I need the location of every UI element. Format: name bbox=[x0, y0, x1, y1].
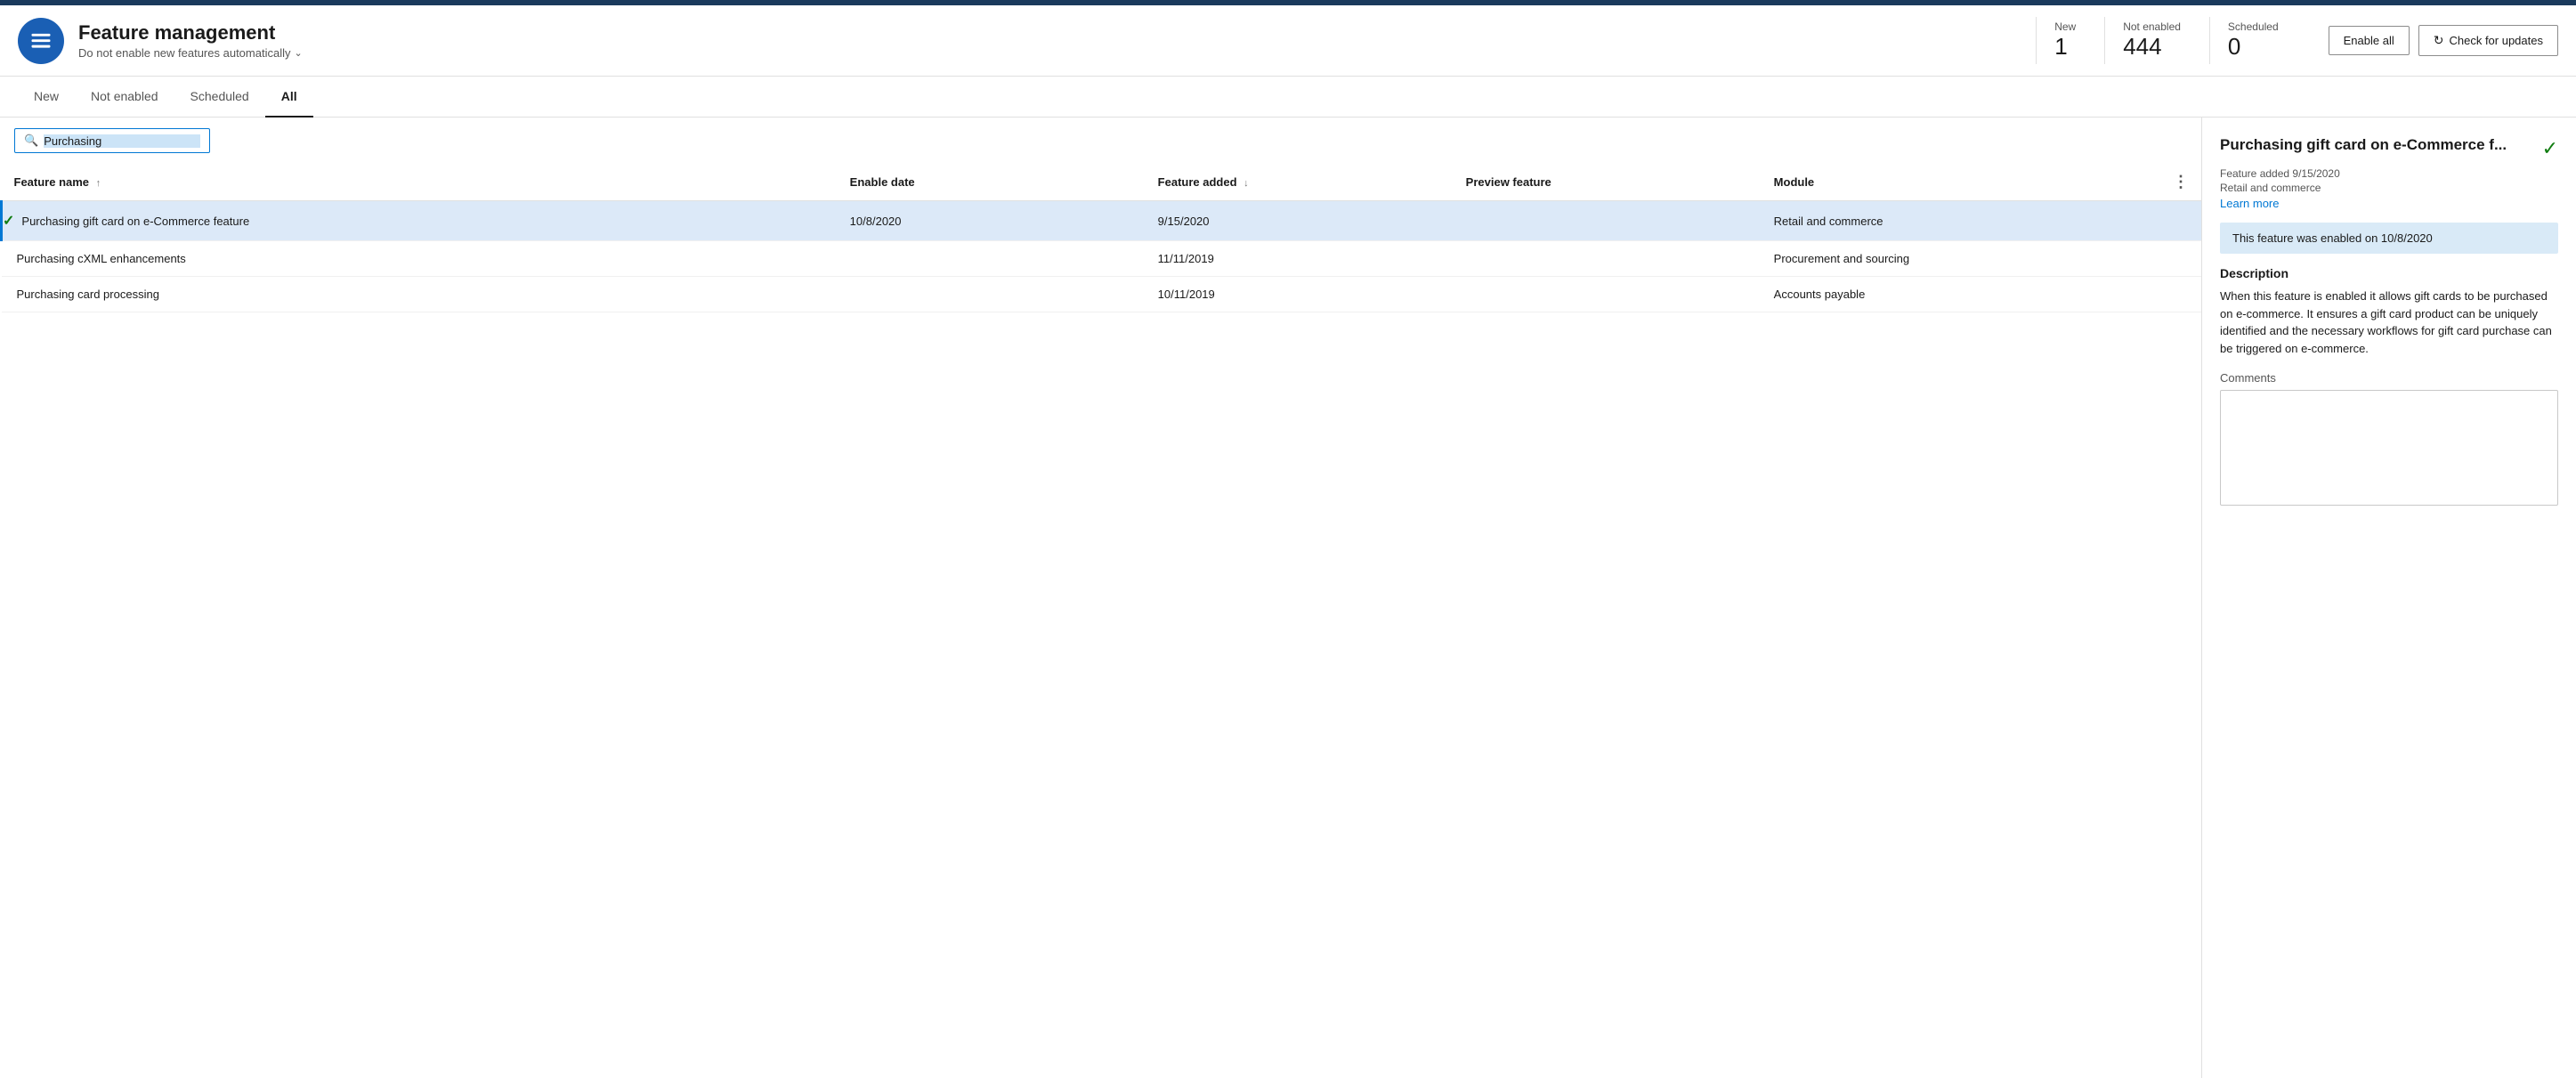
enable-all-label: Enable all bbox=[2344, 34, 2394, 47]
search-input[interactable] bbox=[44, 134, 200, 148]
col-header-menu: ⋮ bbox=[2158, 164, 2201, 201]
header-title-block: Feature management Do not enable new fea… bbox=[78, 21, 2036, 60]
cell-preview bbox=[1454, 241, 1762, 277]
learn-more-link[interactable]: Learn more bbox=[2220, 197, 2279, 210]
comments-label: Comments bbox=[2220, 371, 2558, 385]
search-bar: 🔍 bbox=[0, 118, 2201, 164]
cell-preview bbox=[1454, 277, 1762, 312]
cell-enable-date bbox=[838, 241, 1146, 277]
cell-feature-added: 10/11/2019 bbox=[1146, 277, 1454, 312]
feature-table: Feature name ↑ Enable date Feature added… bbox=[0, 164, 2201, 1078]
stat-not-enabled: Not enabled 444 bbox=[2104, 17, 2209, 64]
cell-row-menu bbox=[2158, 201, 2201, 241]
description-title: Description bbox=[2220, 266, 2558, 280]
detail-feature-added: Feature added 9/15/2020 bbox=[2220, 167, 2558, 180]
stat-new-value: 1 bbox=[2054, 33, 2067, 61]
col-header-enable-date[interactable]: Enable date bbox=[838, 164, 1146, 201]
stat-new-label: New bbox=[2054, 20, 2076, 33]
cell-row-menu bbox=[2158, 277, 2201, 312]
stat-not-enabled-value: 444 bbox=[2123, 33, 2161, 61]
col-feature-label: Feature name bbox=[14, 175, 90, 189]
table-header-row: Feature name ↑ Enable date Feature added… bbox=[2, 164, 2202, 201]
stat-new: New 1 bbox=[2036, 17, 2104, 64]
table-row[interactable]: ✓ Purchasing gift card on e-Commerce fea… bbox=[2, 201, 2202, 241]
col-header-preview[interactable]: Preview feature bbox=[1454, 164, 1762, 201]
header-subtitle[interactable]: Do not enable new features automatically… bbox=[78, 46, 2036, 60]
nav-tabs: New Not enabled Scheduled All bbox=[0, 77, 2576, 118]
logo-icon bbox=[28, 28, 53, 53]
enabled-banner: This feature was enabled on 10/8/2020 bbox=[2220, 223, 2558, 254]
search-input-wrap[interactable]: 🔍 bbox=[14, 128, 210, 153]
cell-feature-added: 9/15/2020 bbox=[1146, 201, 1454, 241]
tab-scheduled[interactable]: Scheduled bbox=[174, 77, 265, 118]
cell-module: Accounts payable bbox=[1762, 277, 2158, 312]
check-updates-label: Check for updates bbox=[2449, 34, 2543, 47]
stat-scheduled-value: 0 bbox=[2228, 33, 2240, 61]
stat-scheduled-label: Scheduled bbox=[2228, 20, 2279, 33]
col-header-module[interactable]: Module bbox=[1762, 164, 2158, 201]
sort-asc-icon: ↑ bbox=[96, 178, 101, 189]
detail-enabled-icon: ✓ bbox=[2542, 137, 2558, 160]
main-content: 🔍 Feature name ↑ Enable date bbox=[0, 118, 2576, 1078]
page-title: Feature management bbox=[78, 21, 2036, 45]
cell-feature-added: 11/11/2019 bbox=[1146, 241, 1454, 277]
app-logo bbox=[18, 18, 64, 64]
sort-desc-icon: ↓ bbox=[1243, 178, 1249, 189]
header-stats: New 1 Not enabled 444 Scheduled 0 bbox=[2036, 17, 2306, 64]
cell-module: Procurement and sourcing bbox=[1762, 241, 2158, 277]
header: Feature management Do not enable new fea… bbox=[0, 5, 2576, 77]
search-icon: 🔍 bbox=[24, 134, 38, 148]
detail-panel: Purchasing gift card on e-Commerce f... … bbox=[2202, 118, 2576, 1078]
table-row[interactable]: Purchasing cXML enhancements 11/11/2019 … bbox=[2, 241, 2202, 277]
cell-feature-name: ✓ Purchasing gift card on e-Commerce fea… bbox=[2, 201, 838, 241]
refresh-icon: ↻ bbox=[2434, 33, 2444, 48]
subtitle-text: Do not enable new features automatically bbox=[78, 46, 290, 60]
enabled-check-icon: ✓ bbox=[3, 212, 14, 230]
comments-textarea[interactable] bbox=[2220, 390, 2558, 506]
stat-scheduled: Scheduled 0 bbox=[2209, 17, 2307, 64]
detail-header: Purchasing gift card on e-Commerce f... … bbox=[2220, 135, 2558, 160]
table-row[interactable]: Purchasing card processing 10/11/2019 Ac… bbox=[2, 277, 2202, 312]
cell-enable-date: 10/8/2020 bbox=[838, 201, 1146, 241]
header-actions: Enable all ↻ Check for updates bbox=[2329, 25, 2558, 56]
check-updates-button[interactable]: ↻ Check for updates bbox=[2418, 25, 2558, 56]
column-menu-icon[interactable]: ⋮ bbox=[2173, 173, 2189, 190]
cell-feature-name: Purchasing cXML enhancements bbox=[2, 241, 838, 277]
col-header-feature-name[interactable]: Feature name ↑ bbox=[2, 164, 838, 201]
cell-feature-name: Purchasing card processing bbox=[2, 277, 838, 312]
stat-not-enabled-label: Not enabled bbox=[2123, 20, 2181, 33]
chevron-down-icon: ⌄ bbox=[294, 47, 302, 59]
tab-all[interactable]: All bbox=[265, 77, 313, 118]
tab-not-enabled[interactable]: Not enabled bbox=[75, 77, 174, 118]
cell-preview bbox=[1454, 201, 1762, 241]
cell-enable-date bbox=[838, 277, 1146, 312]
detail-description: When this feature is enabled it allows g… bbox=[2220, 288, 2558, 357]
detail-module: Retail and commerce bbox=[2220, 182, 2558, 194]
col-header-feature-added[interactable]: Feature added ↓ bbox=[1146, 164, 1454, 201]
row1-feature-name: Purchasing gift card on e-Commerce featu… bbox=[21, 215, 249, 228]
cell-module: Retail and commerce bbox=[1762, 201, 2158, 241]
cell-row-menu bbox=[2158, 241, 2201, 277]
detail-title: Purchasing gift card on e-Commerce f... bbox=[2220, 135, 2535, 155]
enable-all-button[interactable]: Enable all bbox=[2329, 26, 2410, 55]
left-panel: 🔍 Feature name ↑ Enable date bbox=[0, 118, 2202, 1078]
tab-new[interactable]: New bbox=[18, 77, 75, 118]
